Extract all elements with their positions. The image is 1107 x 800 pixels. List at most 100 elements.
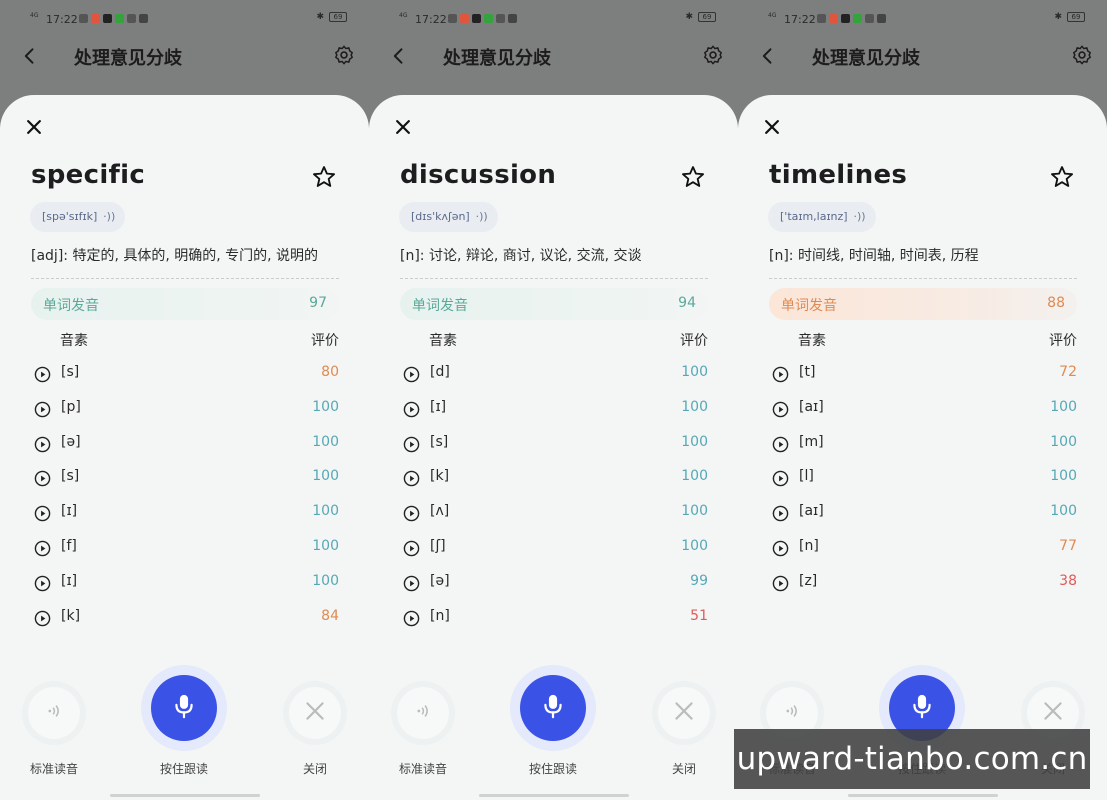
phonetic-pill[interactable]: ['taɪm,laɪnz] ·)) [768, 202, 876, 232]
play-icon[interactable] [34, 401, 51, 418]
bluetooth-icon: ✱ [685, 12, 693, 22]
play-icon[interactable] [34, 505, 51, 522]
notification-icon [448, 14, 457, 23]
play-icon[interactable] [772, 575, 789, 592]
battery-indicator: 69 [329, 12, 347, 22]
close-sheet-button[interactable] [289, 687, 341, 739]
notification-icon [91, 14, 100, 23]
phoneme-list: [s] 80 [p] 100 [ə] 100 [s] 100 [ɪ] 100 [f] 100 [ɪ] 10… [31, 357, 339, 635]
divider [400, 278, 708, 279]
phoneme-row: [t] 72 [769, 357, 1077, 392]
play-icon[interactable] [34, 540, 51, 557]
phoneme-symbol: [n] [799, 537, 819, 554]
score-value: 97 [309, 295, 327, 311]
status-right: ✱ 69 [316, 12, 347, 22]
phonetic-pill[interactable]: [spə'sɪfɪk] ·)) [30, 202, 126, 232]
status-time: 17:22 [784, 13, 816, 26]
app-panel: 4G 17:22 ✱ 69 处理意见分歧 timelines ['taɪm,laɪnz] ·)… [738, 0, 1107, 800]
star-icon[interactable] [311, 164, 337, 190]
score-value: 94 [678, 295, 696, 311]
play-icon[interactable] [34, 366, 51, 383]
phoneme-symbol: [p] [61, 398, 81, 415]
phoneme-row: [ʌ] 100 [400, 496, 708, 531]
phoneme-row: [aɪ] 100 [769, 496, 1077, 531]
phoneme-symbol: [n] [430, 607, 450, 624]
phoneme-score: 100 [681, 537, 708, 554]
play-icon[interactable] [34, 575, 51, 592]
play-icon[interactable] [403, 575, 420, 592]
phoneme-symbol: [aɪ] [799, 398, 824, 415]
standard-audio-label: 标准读音 [398, 762, 448, 776]
standard-audio-label: 标准读音 [29, 762, 79, 776]
star-icon[interactable] [1049, 164, 1075, 190]
close-icon [302, 698, 328, 728]
close-icon[interactable] [762, 117, 782, 137]
speaker-wave-icon [44, 701, 64, 725]
chevron-left-icon[interactable] [389, 44, 409, 68]
phoneme-score: 100 [1050, 398, 1077, 415]
notification-icon [865, 14, 874, 23]
notification-icons [817, 14, 886, 23]
close-icon[interactable] [393, 117, 413, 137]
score-label: 单词发音 [412, 298, 468, 314]
play-icon[interactable] [403, 505, 420, 522]
gear-icon[interactable] [702, 44, 724, 66]
chevron-left-icon[interactable] [20, 44, 40, 68]
app-panel: 4G 17:22 ✱ 69 处理意见分歧 specific [spə'sɪfɪk] ·)) [a… [0, 0, 369, 800]
notification-icon [817, 14, 826, 23]
rating-header: 评价 [680, 333, 708, 349]
phoneme-score: 80 [321, 364, 339, 380]
speaker-wave-icon [413, 701, 433, 725]
play-icon[interactable] [403, 401, 420, 418]
play-icon[interactable] [34, 610, 51, 627]
app-header: 处理意见分歧 [369, 40, 738, 72]
play-icon[interactable] [34, 470, 51, 487]
play-icon[interactable] [772, 366, 789, 383]
phoneme-row: [d] 100 [400, 357, 708, 392]
phonetic-text: [spə'sɪfɪk] [42, 210, 98, 223]
phoneme-row: [m] 100 [769, 427, 1077, 462]
close-icon[interactable] [24, 117, 44, 137]
divider [31, 278, 339, 279]
phoneme-score: 100 [681, 503, 708, 520]
score-label: 单词发音 [43, 298, 99, 314]
word-title: specific [31, 160, 146, 190]
close-sheet-button[interactable] [658, 687, 710, 739]
phonetic-pill[interactable]: [dɪs'kʌʃən] ·)) [399, 202, 498, 232]
phoneme-symbol: [ʌ] [430, 503, 450, 520]
battery-indicator: 69 [698, 12, 716, 22]
play-icon[interactable] [772, 470, 789, 487]
play-icon[interactable] [403, 436, 420, 453]
play-icon[interactable] [772, 505, 789, 522]
play-icon[interactable] [772, 401, 789, 418]
phoneme-symbol: [m] [799, 433, 824, 450]
play-icon[interactable] [403, 610, 420, 627]
chevron-left-icon[interactable] [758, 44, 778, 68]
play-icon[interactable] [772, 436, 789, 453]
play-icon[interactable] [403, 540, 420, 557]
hold-to-read-mic-button[interactable] [151, 675, 217, 741]
phonetic-text: [dɪs'kʌʃən] [411, 210, 470, 223]
definition: [n]: 讨论, 辩论, 商讨, 议论, 交流, 交谈 [400, 248, 642, 264]
phoneme-score: 100 [312, 537, 339, 554]
standard-audio-button[interactable] [397, 687, 449, 739]
notification-icons [448, 14, 517, 23]
play-icon[interactable] [403, 366, 420, 383]
hold-to-read-mic-button[interactable] [520, 675, 586, 741]
microphone-icon [908, 692, 936, 724]
status-bar: 4G 17:22 ✱ 69 [369, 0, 738, 40]
phoneme-symbol: [ə] [430, 572, 450, 589]
notification-icon [127, 14, 136, 23]
phoneme-symbol: [ʃ] [430, 537, 446, 554]
play-icon[interactable] [34, 436, 51, 453]
close-label: 关闭 [671, 762, 697, 776]
word-sheet: specific [spə'sɪfɪk] ·)) [adj]: 特定的, 具体的, 明… [0, 95, 369, 800]
play-icon[interactable] [403, 470, 420, 487]
gear-icon[interactable] [333, 44, 355, 66]
standard-audio-button[interactable] [28, 687, 80, 739]
watermark: upward-tianbo.com.cn [734, 729, 1090, 789]
gear-icon[interactable] [1071, 44, 1093, 66]
status-time: 17:22 [46, 13, 78, 26]
play-icon[interactable] [772, 540, 789, 557]
star-icon[interactable] [680, 164, 706, 190]
